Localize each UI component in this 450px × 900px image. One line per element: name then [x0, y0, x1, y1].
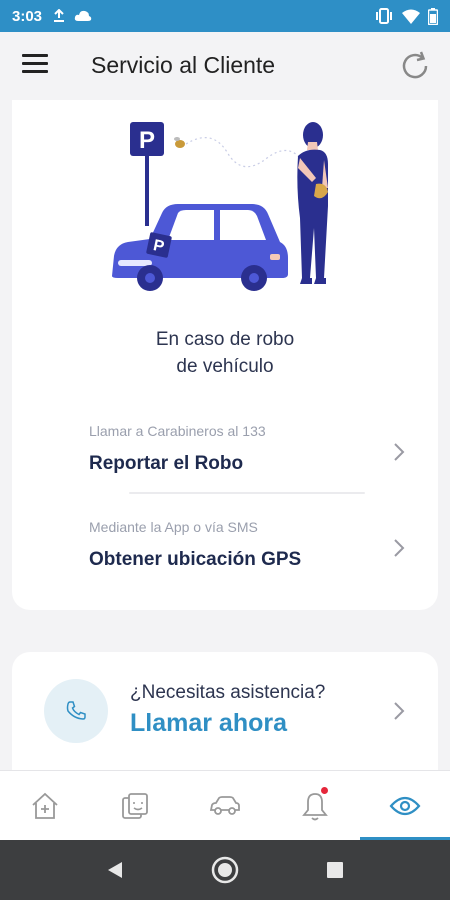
- headline-line-1: En caso de robo: [155, 329, 295, 350]
- recents-square-icon: [327, 862, 343, 878]
- system-nav-bar: [0, 840, 450, 900]
- wifi-icon: [402, 9, 420, 24]
- download-icon: [54, 9, 65, 22]
- page-title: Servicio al Cliente: [91, 52, 276, 78]
- nav-item-visibility[interactable]: [360, 771, 450, 840]
- home-circle-icon: [211, 856, 239, 884]
- nav-item-notifications[interactable]: [270, 771, 360, 840]
- refresh-icon: [402, 51, 428, 79]
- assistance-question: ¿Necesitas asistencia?: [130, 682, 326, 703]
- chevron-right-icon: [394, 702, 405, 720]
- nav-item-home[interactable]: [0, 771, 90, 840]
- status-time: 3:03: [12, 7, 43, 25]
- refresh-button[interactable]: [398, 49, 432, 83]
- app-bar: Servicio al Cliente: [0, 32, 450, 100]
- nav-item-vehicle[interactable]: [180, 771, 270, 840]
- chevron-right-icon: [394, 539, 405, 557]
- status-bar: 3:03: [0, 0, 450, 32]
- assistance-card[interactable]: ¿Necesitas asistencia? Llamar ahora: [12, 652, 438, 770]
- cards-icon: [122, 792, 148, 819]
- phone-badge: [44, 679, 108, 743]
- eye-icon: [389, 796, 421, 815]
- hamburger-icon: [22, 54, 48, 73]
- report-theft-title: Reportar el Robo: [89, 453, 244, 474]
- bottom-nav: [0, 770, 450, 840]
- report-theft-subtitle: Llamar a Carabineros al 133: [89, 423, 266, 439]
- menu-button[interactable]: [22, 54, 48, 76]
- parking-sign-label: P: [139, 127, 155, 154]
- gps-location-option[interactable]: Mediante la App o vía SMS Obtener ubicac…: [12, 519, 438, 591]
- gps-location-subtitle: Mediante la App o vía SMS: [89, 519, 258, 535]
- bell-icon: [302, 792, 328, 820]
- back-triangle-icon: [108, 862, 122, 878]
- cloud-icon: [74, 10, 92, 21]
- car-icon: [209, 795, 240, 815]
- option-divider: [129, 492, 365, 494]
- theft-headline: En caso de robo de vehículo: [12, 326, 438, 380]
- vibrate-icon: [376, 8, 392, 24]
- notification-badge-dot: [321, 787, 328, 794]
- phone-icon: [66, 701, 86, 720]
- call-now-link[interactable]: Llamar ahora: [130, 709, 287, 738]
- report-theft-option[interactable]: Llamar a Carabineros al 133 Reportar el …: [12, 423, 438, 495]
- house-plus-icon: [32, 792, 58, 819]
- headline-line-2: de vehículo: [176, 356, 274, 377]
- gps-location-title: Obtener ubicación GPS: [89, 549, 302, 570]
- recents-button[interactable]: [319, 854, 351, 886]
- nav-item-cards[interactable]: [90, 771, 180, 840]
- theft-illustration: P P: [112, 122, 328, 291]
- back-button[interactable]: [99, 854, 131, 886]
- home-button[interactable]: [209, 854, 241, 886]
- theft-card: P P En caso de robo de vehículo Llamar a…: [12, 100, 438, 610]
- chevron-right-icon: [394, 443, 405, 461]
- battery-icon: [428, 7, 438, 25]
